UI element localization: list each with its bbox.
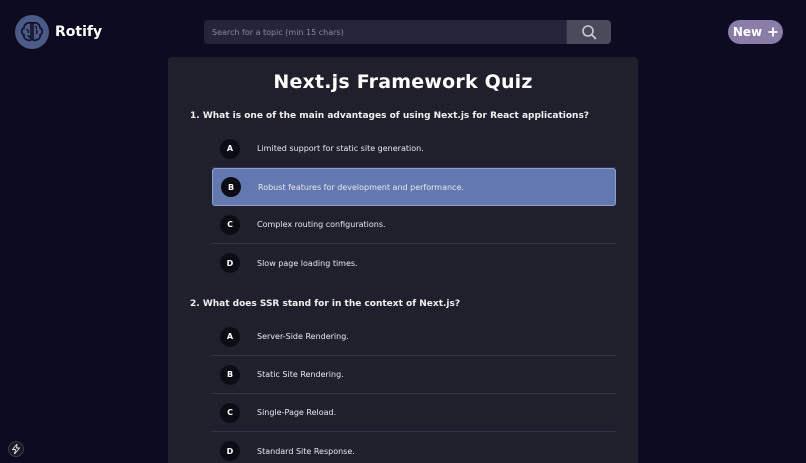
option-1-d[interactable]: D Slow page loading times. bbox=[212, 244, 616, 282]
option-letter: A bbox=[220, 138, 240, 159]
option-text: Single-Page Reload. bbox=[257, 408, 337, 417]
brain-icon bbox=[15, 15, 49, 49]
option-text: Limited support for static site generati… bbox=[257, 144, 424, 153]
new-quiz-button[interactable]: New bbox=[728, 20, 783, 44]
option-text: Server-Side Rendering. bbox=[257, 332, 349, 341]
option-text: Slow page loading times. bbox=[257, 258, 358, 268]
option-letter: B bbox=[220, 364, 240, 385]
option-text: Robust features for development and perf… bbox=[258, 182, 464, 192]
option-2-c[interactable]: C Single-Page Reload. bbox=[212, 394, 616, 432]
option-letter: C bbox=[220, 402, 240, 423]
question-2: 2. What does SSR stand for in the contex… bbox=[190, 299, 461, 309]
logo[interactable]: Rotify bbox=[15, 15, 102, 49]
option-1-c[interactable]: C Complex routing configurations. bbox=[212, 206, 616, 244]
option-text: Complex routing configurations. bbox=[257, 220, 386, 229]
search-icon bbox=[582, 25, 597, 40]
quiz-title: Next.js Framework Quiz bbox=[273, 71, 533, 93]
search-input[interactable] bbox=[204, 20, 566, 44]
search-bar bbox=[204, 20, 611, 44]
option-letter: D bbox=[220, 253, 240, 273]
quiz-card: Next.js Framework Quiz 1. What is one of… bbox=[168, 57, 638, 463]
option-letter: A bbox=[220, 326, 240, 347]
option-2-d[interactable]: D Standard Site Response. bbox=[212, 432, 616, 463]
option-letter: D bbox=[220, 441, 240, 461]
lightning-icon[interactable] bbox=[8, 441, 24, 457]
new-button-label: New bbox=[732, 25, 763, 39]
plus-icon bbox=[768, 27, 778, 37]
option-2-a[interactable]: A Server-Side Rendering. bbox=[212, 318, 616, 356]
search-button[interactable] bbox=[566, 20, 611, 44]
option-text: Standard Site Response. bbox=[257, 446, 355, 456]
app-root: Rotify New Next.js Framework Quiz 1. Wha… bbox=[0, 0, 806, 463]
option-2-b[interactable]: B Static Site Rendering. bbox=[212, 356, 616, 394]
app-name: Rotify bbox=[55, 24, 103, 40]
option-letter: C bbox=[220, 214, 240, 235]
question-1: 1. What is one of the main advantages of… bbox=[190, 111, 590, 121]
option-letter: B bbox=[221, 177, 241, 197]
option-1-b[interactable]: B Robust features for development and pe… bbox=[212, 168, 616, 206]
option-1-a[interactable]: A Limited support for static site genera… bbox=[212, 130, 616, 168]
option-text: Static Site Rendering. bbox=[257, 370, 344, 379]
